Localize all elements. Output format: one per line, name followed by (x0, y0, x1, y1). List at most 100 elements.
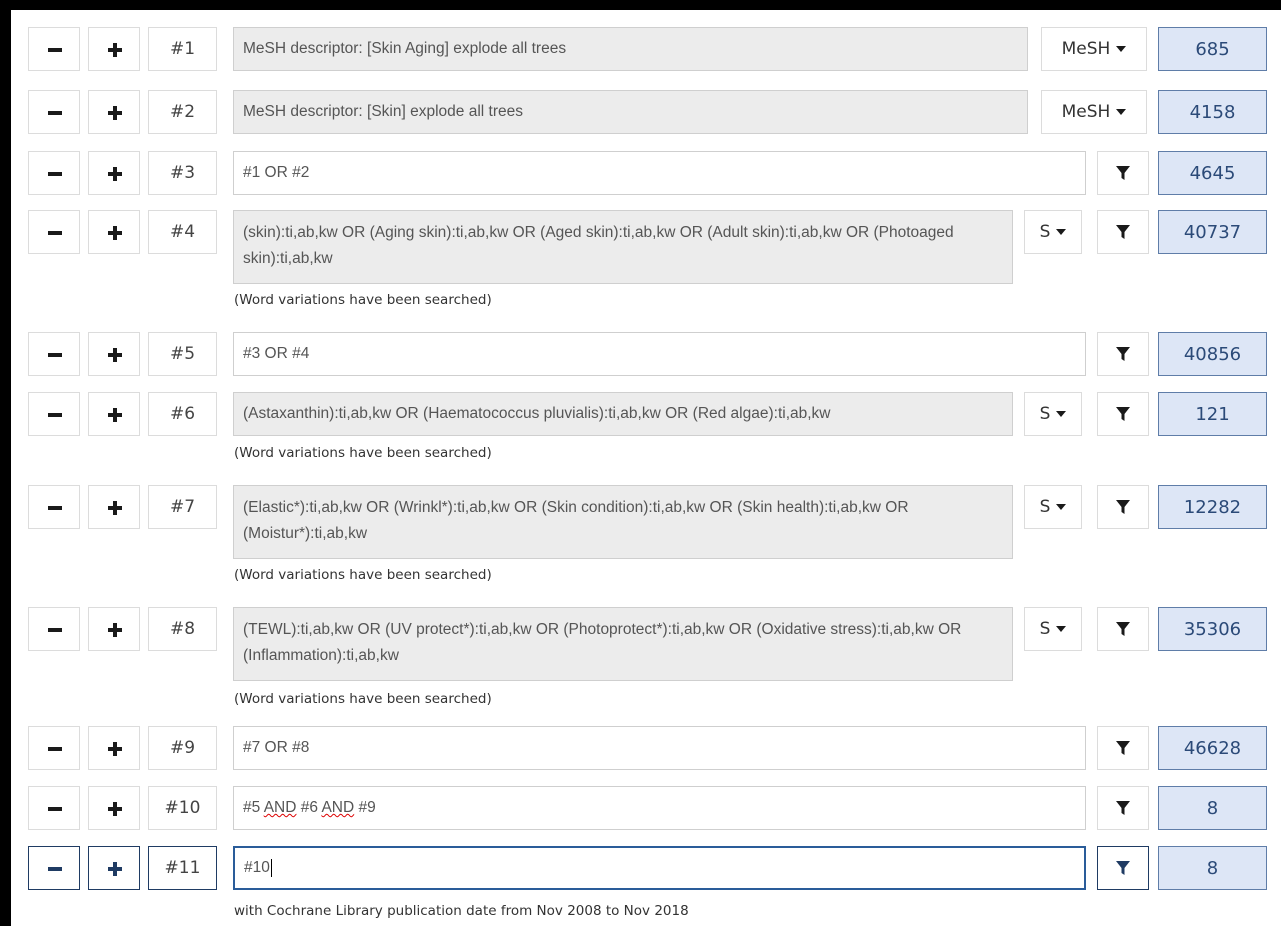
filter-icon (1116, 500, 1130, 514)
query-text: #10 (244, 859, 270, 876)
caret-down-icon (1056, 411, 1067, 417)
search-query[interactable]: MeSH descriptor: [Skin Aging] explode al… (233, 27, 1028, 71)
remove-line-button[interactable] (28, 210, 80, 254)
add-line-button[interactable] (88, 151, 140, 195)
search-query[interactable]: (TEWL):ti,ab,kw OR (UV protect*):ti,ab,k… (233, 607, 1013, 681)
result-count-button[interactable]: 40737 (1158, 210, 1267, 254)
add-line-button[interactable] (88, 332, 140, 376)
caret-down-icon (1056, 504, 1067, 510)
result-count-button[interactable]: 4645 (1158, 151, 1267, 195)
remove-line-button[interactable] (28, 726, 80, 770)
field-dropdown[interactable]: S (1024, 485, 1082, 529)
field-label: S (1039, 497, 1051, 517)
filter-button[interactable] (1097, 786, 1149, 830)
query-token: #5 (243, 799, 264, 816)
filter-icon (1116, 407, 1130, 421)
filter-icon (1116, 801, 1130, 815)
line-number: #6 (148, 392, 217, 436)
filter-icon (1116, 347, 1130, 361)
search-query[interactable]: #5 AND #6 AND #9 (233, 786, 1086, 830)
line-number: #8 (148, 607, 217, 651)
line-number: #10 (148, 786, 217, 830)
remove-line-button[interactable] (28, 786, 80, 830)
result-count-button[interactable]: 685 (1158, 27, 1267, 71)
search-query[interactable]: (Elastic*):ti,ab,kw OR (Wrinkl*):ti,ab,k… (233, 485, 1013, 559)
line-number: #11 (148, 846, 217, 890)
field-label: S (1039, 222, 1051, 242)
filter-button[interactable] (1097, 392, 1149, 436)
search-query[interactable]: MeSH descriptor: [Skin] explode all tree… (233, 90, 1028, 134)
line-number: #4 (148, 210, 217, 254)
result-count-button[interactable]: 121 (1158, 392, 1267, 436)
field-dropdown[interactable]: S (1024, 607, 1082, 651)
line-number: #2 (148, 90, 217, 134)
field-dropdown[interactable]: S (1024, 392, 1082, 436)
field-dropdown[interactable]: MeSH (1041, 90, 1147, 134)
text-cursor (270, 859, 272, 877)
caret-down-icon (1056, 229, 1067, 235)
spellcheck-token: AND (263, 799, 297, 816)
filter-icon (1116, 166, 1130, 180)
search-history-panel: #1 MeSH descriptor: [Skin Aging] explode… (11, 10, 1281, 926)
word-variations-note: (Word variations have been searched) (234, 691, 492, 707)
filter-icon (1116, 225, 1130, 239)
remove-line-button[interactable] (28, 27, 80, 71)
field-label: MeSH (1061, 102, 1111, 122)
remove-line-button[interactable] (28, 332, 80, 376)
add-line-button[interactable] (88, 27, 140, 71)
field-dropdown[interactable]: MeSH (1041, 27, 1147, 71)
filter-icon (1116, 861, 1130, 875)
search-query[interactable]: #1 OR #2 (233, 151, 1086, 195)
filter-button[interactable] (1097, 210, 1149, 254)
remove-line-button[interactable] (28, 392, 80, 436)
add-line-button[interactable] (88, 786, 140, 830)
filter-button[interactable] (1097, 846, 1149, 890)
field-label: S (1039, 619, 1051, 639)
remove-line-button[interactable] (28, 485, 80, 529)
add-line-button[interactable] (88, 210, 140, 254)
date-limit-note: with Cochrane Library publication date f… (234, 903, 689, 919)
filter-icon (1116, 622, 1130, 636)
add-line-button[interactable] (88, 90, 140, 134)
search-query-active[interactable]: #10 (233, 846, 1086, 890)
filter-button[interactable] (1097, 485, 1149, 529)
filter-button[interactable] (1097, 151, 1149, 195)
remove-line-button[interactable] (28, 90, 80, 134)
word-variations-note: (Word variations have been searched) (234, 567, 492, 583)
filter-button[interactable] (1097, 726, 1149, 770)
add-line-button[interactable] (88, 392, 140, 436)
caret-down-icon (1116, 109, 1127, 115)
result-count-button[interactable]: 8 (1158, 846, 1267, 890)
result-count-button[interactable]: 4158 (1158, 90, 1267, 134)
line-number: #1 (148, 27, 217, 71)
add-line-button[interactable] (88, 726, 140, 770)
field-dropdown[interactable]: S (1024, 210, 1082, 254)
remove-line-button[interactable] (28, 151, 80, 195)
search-query[interactable]: #3 OR #4 (233, 332, 1086, 376)
remove-line-button[interactable] (28, 607, 80, 651)
field-label: S (1039, 404, 1051, 424)
filter-button[interactable] (1097, 332, 1149, 376)
line-number: #5 (148, 332, 217, 376)
query-token: #6 (296, 799, 322, 816)
add-line-button[interactable] (88, 485, 140, 529)
query-token: #9 (354, 799, 376, 816)
add-line-button[interactable] (88, 607, 140, 651)
line-number: #3 (148, 151, 217, 195)
filter-icon (1116, 741, 1130, 755)
filter-button[interactable] (1097, 607, 1149, 651)
result-count-button[interactable]: 46628 (1158, 726, 1267, 770)
remove-line-button[interactable] (28, 846, 80, 890)
add-line-button[interactable] (88, 846, 140, 890)
search-query[interactable]: (Astaxanthin):ti,ab,kw OR (Haematococcus… (233, 392, 1013, 436)
search-query[interactable]: #7 OR #8 (233, 726, 1086, 770)
result-count-button[interactable]: 12282 (1158, 485, 1267, 529)
result-count-button[interactable]: 40856 (1158, 332, 1267, 376)
word-variations-note: (Word variations have been searched) (234, 445, 492, 461)
result-count-button[interactable]: 8 (1158, 786, 1267, 830)
search-query[interactable]: (skin):ti,ab,kw OR (Aging skin):ti,ab,kw… (233, 210, 1013, 284)
result-count-button[interactable]: 35306 (1158, 607, 1267, 651)
line-number: #7 (148, 485, 217, 529)
field-label: MeSH (1061, 39, 1111, 59)
caret-down-icon (1056, 626, 1067, 632)
